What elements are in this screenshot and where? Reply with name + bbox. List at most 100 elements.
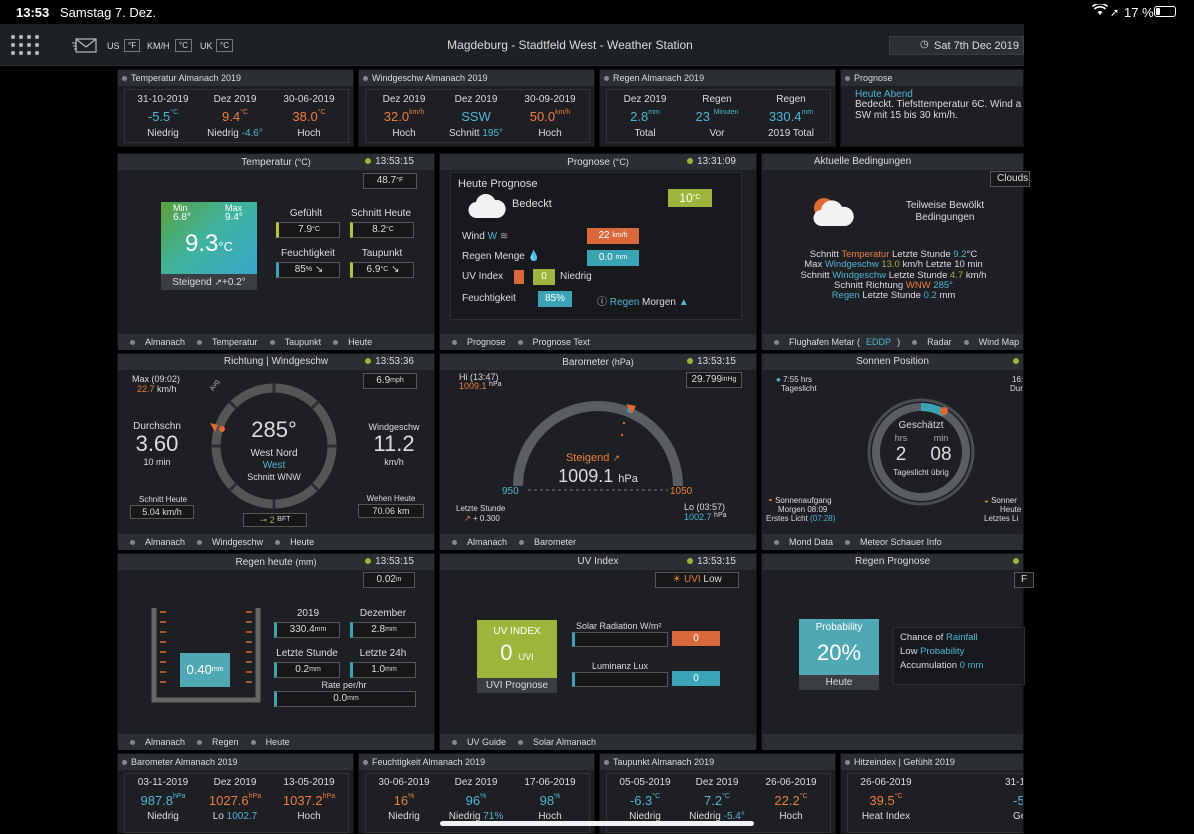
humidity-label: Feuchtigkeit (462, 293, 516, 304)
gust-today-label: Wehen Heute (366, 494, 416, 503)
probability-head: Probability (815, 622, 863, 633)
update-time: 13:53:15 (365, 154, 414, 170)
menu-grid-icon[interactable] (10, 34, 42, 56)
wind-almanac-panel: Windgeschw Almanach 2019 Dez 2019 32.0km… (358, 69, 595, 147)
rain-chance: Chance of Rainfall (900, 632, 978, 643)
almanac-date: Regen (776, 94, 806, 105)
rain-label: Regen Menge 💧 (462, 251, 541, 262)
panel-title: Barometer (562, 357, 609, 368)
footer-link[interactable]: Wind Map (958, 337, 1019, 347)
footer-link[interactable]: Almanach (124, 337, 185, 347)
almanac-date: 03-11-2019 (137, 777, 189, 788)
footer-link[interactable]: Heute (327, 337, 372, 347)
almanac-date: 26-06-2019 (765, 777, 817, 788)
status-date: Samstag 7. Dez. (60, 5, 157, 20)
units-us-button[interactable]: °F (124, 39, 141, 52)
partly-cloudy-icon (806, 194, 862, 233)
wind-direction-avg: Schnitt WNW (247, 472, 301, 482)
footer-link[interactable]: Windgeschw (191, 537, 263, 547)
wifi-icon (1091, 2, 1109, 19)
baro-inhg: 29.799inHg (686, 372, 742, 388)
footer-link[interactable]: Almanach (124, 737, 185, 747)
footer-link[interactable]: UV Guide (446, 737, 506, 747)
footer-link[interactable]: Solar Almanach (512, 737, 596, 747)
panel-title: Regen Prognose (854, 556, 931, 567)
app-header: US °F KM/H °C UK °C Magdeburg - Stadtfel… (0, 24, 1024, 66)
sunset-label: ◒ Sonner (984, 496, 1017, 505)
probability-tile: Probability 20% (799, 619, 879, 675)
forecast-condition: Bedeckt (512, 198, 552, 210)
almanac-date: Dez 2019 (382, 94, 426, 105)
units-uk-button[interactable]: °C (216, 39, 233, 52)
rain-rate-value: 0.0mm (274, 691, 416, 707)
uvi-forecast-button[interactable]: UVI Prognose (477, 678, 557, 693)
wind-direction-name2: West (262, 460, 286, 471)
footer-link[interactable]: Regen (191, 737, 239, 747)
avg-today-label: Schnitt Heute (350, 208, 412, 219)
panel-title: UV Index (577, 556, 619, 567)
footer-link[interactable]: Meteor Schauer Info (839, 537, 942, 547)
clouds-button[interactable]: Clouds (990, 171, 1030, 187)
conditions-summary: Schnitt Temperatur Letzte Stunde 9.2°C M… (800, 249, 987, 302)
panel-title: Temperatur (241, 157, 292, 168)
footer-link[interactable]: Almanach (124, 537, 185, 547)
last-light: Letztes Li (984, 514, 1019, 523)
battery-icon (1154, 6, 1176, 17)
footer-link[interactable]: Prognose (446, 337, 506, 347)
almanac-value: 38.0°C (292, 109, 326, 124)
location-icon: ➚ (1110, 7, 1120, 19)
almanac-label: Niedrig (147, 811, 179, 822)
rain-year-value: 330.4mm (274, 622, 340, 638)
footer-link[interactable]: Heute (245, 737, 290, 747)
almanac-value: 96% (465, 793, 487, 808)
rain-gauge-value: 0.40mm (180, 653, 230, 687)
almanac-label: Hoch (538, 128, 562, 139)
update-time: 13:53:36 (365, 354, 414, 370)
rain-tomorrow: ⓘ Regen Morgen ▲ (597, 297, 689, 308)
footer-link[interactable]: Flughafen Metar (EDDP) (768, 337, 900, 347)
units-kmh-button[interactable]: °C (175, 39, 192, 52)
almanac-value: -5.5°C (147, 109, 179, 124)
barometer-footer: Almanach Barometer (440, 534, 756, 550)
footer-link[interactable]: Mond Data (768, 537, 833, 547)
footer-link[interactable]: Temperatur (191, 337, 258, 347)
status-time: 13:53 (16, 5, 50, 20)
almanac-date: 31-1 (1005, 777, 1024, 788)
baro-lo-label: Lo (03:57) (684, 502, 726, 512)
rain-hour-value: 0.2mm (274, 662, 340, 678)
rain-forecast-button[interactable]: F (1014, 572, 1034, 588)
uv-footer: UV Guide Solar Almanach (440, 734, 756, 750)
barometer-almanac-panel: Barometer Almanach 2019 03-11-2019 987.8… (117, 753, 354, 834)
almanac-label: Hoch (392, 128, 416, 139)
footer-link[interactable]: Taupunkt (264, 337, 321, 347)
footer-link[interactable]: Barometer (513, 537, 576, 547)
almanac-label: Hoch (779, 811, 803, 822)
update-time (1013, 354, 1023, 370)
footer-link[interactable]: Radar (906, 337, 952, 347)
uv-value: 0 UVI (500, 640, 534, 665)
update-time: 13:53:15 (687, 354, 736, 370)
rain-inches: 0.02in (363, 572, 415, 588)
footer-link[interactable]: Almanach (446, 537, 507, 547)
almanac-value: 23 Minuten (695, 109, 739, 124)
mail-icon[interactable] (72, 36, 98, 59)
almanac-label: Total (634, 128, 656, 139)
forecast-wind: 22 km/h (587, 228, 639, 244)
panel-title: Feuchtigkeit Almanach 2019 (372, 757, 486, 767)
wind-direction-name: West Nord (250, 448, 298, 459)
footer-link[interactable]: Heute (269, 537, 314, 547)
wind-direction: 285° (251, 417, 297, 442)
footer-link[interactable]: Prognose Text (512, 337, 590, 347)
panel-title: Prognose (854, 73, 893, 83)
temperature-panel: Temperatur (°C) 13:53:15 48.7°F Min 6.8°… (117, 153, 435, 350)
ios-status-bar: 13:53 Samstag 7. Dez. ➚ 17 % (0, 0, 1194, 24)
baro-trend: Steigend ↗ (565, 452, 621, 464)
max-wind-label: Max (09:02) (132, 374, 181, 384)
conditions-footer: Flughafen Metar (EDDP) Radar Wind Map (762, 334, 1023, 350)
home-indicator[interactable] (440, 821, 754, 826)
feels-value: 7.9°C (276, 222, 340, 238)
battery-percent: 17 % (1124, 5, 1154, 20)
temperature-trend: Steigend ↗+0.2° (161, 274, 257, 290)
avg-today-value: 8.2°C (350, 222, 414, 238)
baro-last-label: Letzte Stunde (456, 504, 506, 513)
